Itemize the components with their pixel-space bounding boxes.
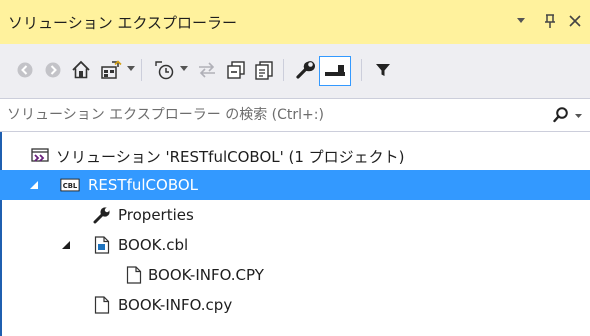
tree-item-label: BOOK-INFO.cpy [118, 296, 233, 314]
wrench-icon [92, 205, 112, 225]
forward-icon[interactable] [38, 55, 68, 85]
pending-changes-dropdown-icon[interactable] [180, 66, 188, 71]
expanded-triangle-icon[interactable] [60, 239, 72, 251]
close-icon[interactable] [562, 8, 588, 34]
back-icon[interactable] [10, 55, 40, 85]
tree-item-label: BOOK-INFO.CPY [148, 266, 264, 284]
tree-item-properties[interactable]: Properties [0, 200, 590, 230]
home-icon[interactable] [66, 55, 96, 85]
cobol-source-file-icon [92, 235, 112, 255]
properties-wrench-icon[interactable] [290, 55, 320, 85]
tree-item-label: RESTfulCOBOL [88, 176, 199, 194]
pending-changes-filter-icon[interactable] [150, 55, 180, 85]
tree-item-project[interactable]: CBL RESTfulCOBOL [0, 170, 590, 200]
collapse-all-icon[interactable] [221, 55, 251, 85]
search-options-button[interactable] [548, 102, 588, 128]
file-icon [124, 265, 144, 285]
tree-item-book-info-cpy-upper[interactable]: BOOK-INFO.CPY [0, 260, 590, 290]
search-input[interactable] [0, 99, 547, 131]
solution-icon [30, 145, 50, 165]
switch-views-dropdown-icon[interactable] [127, 66, 135, 71]
svg-text:CBL: CBL [63, 182, 78, 190]
sync-with-active-document-icon[interactable] [192, 55, 222, 85]
tree-item-label: ソリューション 'RESTfulCOBOL' (1 プロジェクト) [56, 148, 405, 166]
panel-title: ソリューション エクスプローラー [8, 14, 238, 32]
panel-title-bar[interactable]: ソリューション エクスプローラー [0, 0, 590, 44]
search-box [0, 98, 590, 132]
cobol-project-icon: CBL [60, 175, 80, 195]
tree-item-solution[interactable]: ソリューション 'RESTfulCOBOL' (1 プロジェクト) [0, 140, 590, 170]
expanded-triangle-icon[interactable] [28, 179, 40, 191]
tree-item-label: BOOK.cbl [118, 236, 189, 254]
filter-icon[interactable] [368, 55, 398, 85]
window-position-dropdown-icon[interactable] [508, 8, 534, 34]
preview-selected-items-icon[interactable] [319, 56, 351, 86]
toolbar-separator [361, 59, 362, 81]
show-all-files-icon[interactable] [249, 55, 279, 85]
file-icon [92, 295, 112, 315]
toolbar-separator [141, 59, 142, 81]
solution-explorer-window: ソリューション エクスプローラー ソリューション エクスプローラー の検索 (C… [0, 0, 590, 336]
tree-item-label: Properties [118, 206, 194, 224]
tree-item-book-cbl[interactable]: BOOK.cbl [0, 230, 590, 260]
tree-item-book-info-cpy[interactable]: BOOK-INFO.cpy [0, 290, 590, 320]
solution-explorer-toolbar [0, 44, 590, 98]
pin-icon[interactable] [537, 8, 563, 34]
switch-views-icon[interactable] [96, 55, 126, 85]
toolbar-separator [283, 59, 284, 81]
